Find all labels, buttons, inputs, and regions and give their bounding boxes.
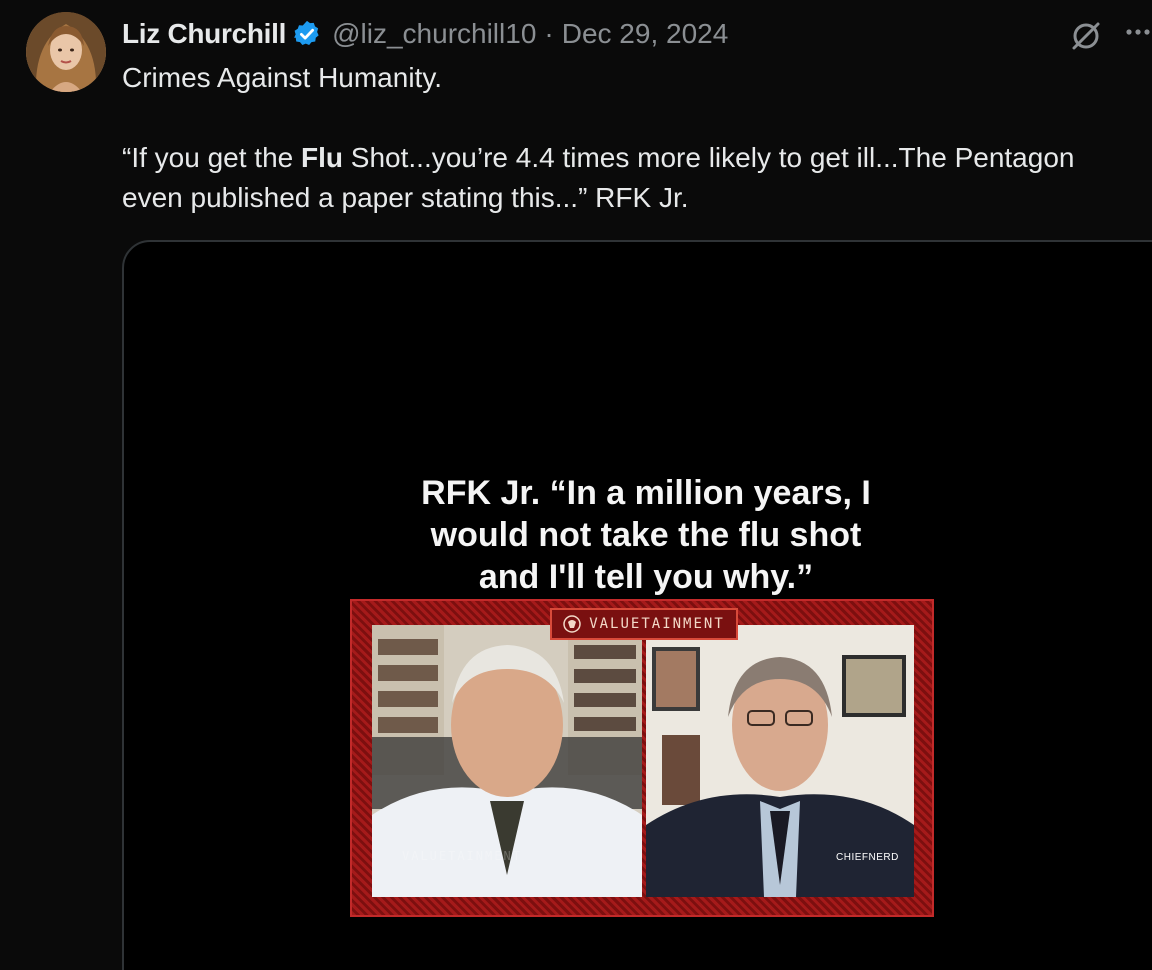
separator-dot: · <box>544 18 554 49</box>
watermark-left: VALUETAINMENT <box>402 849 522 863</box>
display-name[interactable]: Liz Churchill <box>122 18 286 50</box>
tweet-line-title: Crimes Against Humanity. <box>122 62 443 93</box>
watermark-right: CHIEFNERD <box>836 852 899 863</box>
avatar-photo-icon <box>26 12 106 92</box>
tweet-header: Liz Churchill @liz_churchill10 · Dec 29,… <box>122 14 728 54</box>
video-media-card[interactable]: RFK Jr. “In a million years, I would not… <box>122 240 1152 970</box>
more-options-icon[interactable] <box>1124 18 1152 46</box>
video-caption: RFK Jr. “In a million years, I would not… <box>124 472 1152 598</box>
tweet-text: Crimes Against Humanity. “If you get the… <box>122 58 1152 218</box>
quote-part-1: “If you get the <box>122 142 301 173</box>
caption-line-1: RFK Jr. “In a million years, I <box>421 474 871 512</box>
avatar[interactable] <box>26 12 106 92</box>
brand-name: VALUETAINMENT <box>589 616 725 632</box>
grok-icon[interactable] <box>1068 18 1104 54</box>
brand-badge: VALUETAINMENT <box>550 608 738 640</box>
quote-part-2: Shot...you’re 4.4 times more likely to g… <box>343 142 1075 173</box>
tweet-line-quote: “If you get the Flu Shot...you’re 4.4 ti… <box>122 138 1152 178</box>
post-date[interactable]: Dec 29, 2024 <box>562 18 729 50</box>
verified-badge-icon <box>294 20 319 45</box>
quote-bold-word: Flu <box>301 142 343 173</box>
tweet-line-attribution: even published a paper stating this...” … <box>122 182 689 213</box>
caption-line-2: would not take the flu shot <box>430 516 862 554</box>
caption-line-3: and I'll tell you why.” <box>478 558 814 596</box>
video-frame: VALUETAINMENT VALUETAINMENT CHIEFNERD <box>350 599 934 917</box>
tweet: Liz Churchill @liz_churchill10 · Dec 29,… <box>0 0 1152 970</box>
brand-logo-icon <box>563 615 581 633</box>
handle[interactable]: @liz_churchill10 <box>332 18 536 50</box>
